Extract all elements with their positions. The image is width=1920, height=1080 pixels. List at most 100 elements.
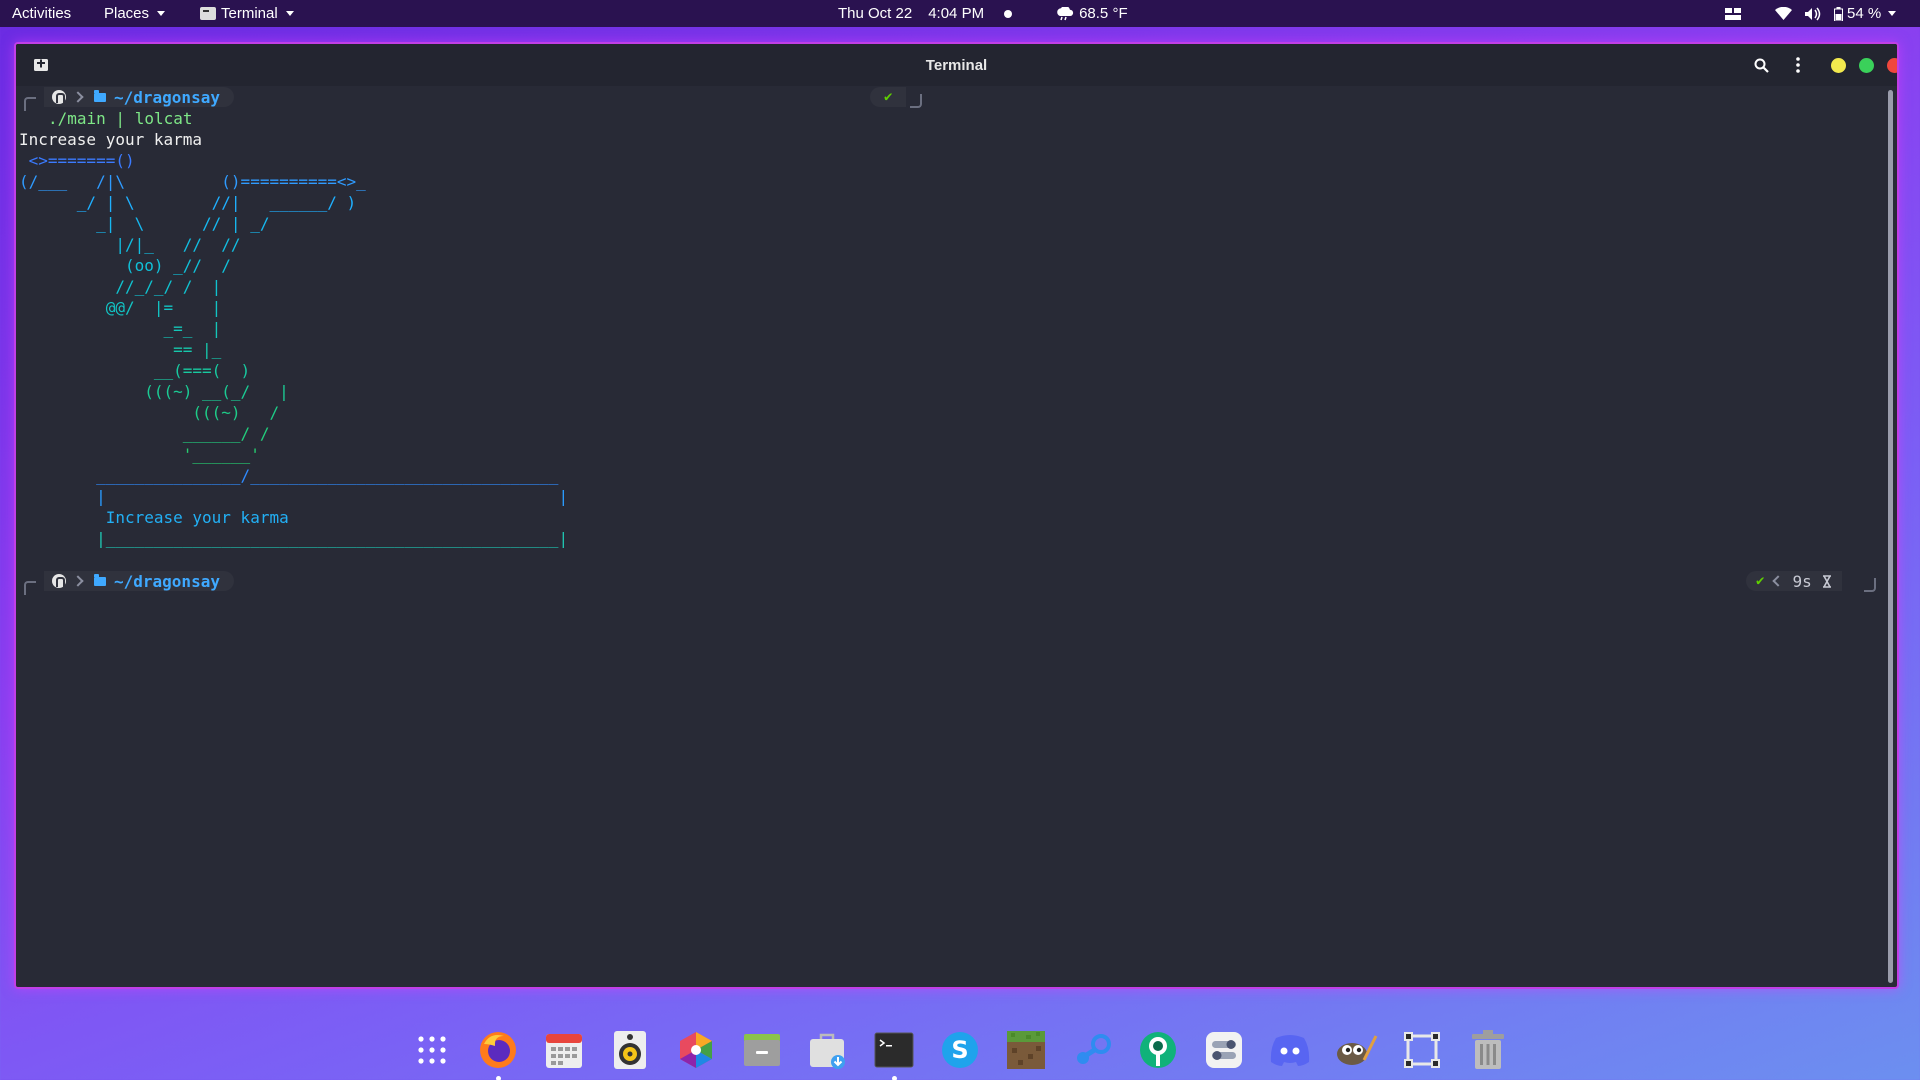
dock-minecraft[interactable]: [1004, 1028, 1048, 1072]
places-label: Places: [104, 5, 150, 22]
prompt-bracket-right: [1864, 578, 1876, 592]
dock-krita[interactable]: [1136, 1028, 1180, 1072]
dock-tweaks[interactable]: [1202, 1028, 1246, 1072]
scrollbar[interactable]: [1888, 90, 1893, 983]
minecraft-icon: [1007, 1030, 1045, 1069]
file-cabinet-icon: [744, 1033, 780, 1066]
dock-rhythmbox[interactable]: [608, 1028, 652, 1072]
volume-icon: [1805, 7, 1821, 20]
steam-icon: [1077, 1033, 1111, 1064]
prompt-path: ~/dragonsay: [114, 87, 220, 107]
ascii-art-line: |/|_ // //: [19, 235, 241, 254]
weather-temperature: 68.5 °F: [1079, 5, 1128, 22]
cloud-rain-icon: [1057, 6, 1074, 20]
prompt-segment: ~/dragonsay: [44, 87, 234, 107]
search-icon: [1754, 58, 1769, 73]
running-indicator: [892, 1075, 897, 1080]
minimize-button[interactable]: [1826, 44, 1850, 86]
clock-date: Thu Oct 22: [838, 5, 913, 22]
ascii-art-line: Increase your karma: [19, 508, 289, 527]
dock-files[interactable]: [740, 1028, 784, 1072]
command-duration: 9s: [1792, 571, 1812, 591]
chevron-down-icon: [157, 11, 166, 16]
terminal-icon: [874, 1032, 914, 1067]
terminal-content[interactable]: ~/dragonsay ✔ ./main | lolcat Increase y…: [16, 86, 1886, 987]
minimize-icon: [1830, 57, 1846, 73]
chevron-right-icon: [72, 91, 84, 103]
ascii-art-line: @@/ |= |: [19, 298, 222, 317]
menu-button[interactable]: [1786, 44, 1810, 86]
app-menu-label: Terminal: [221, 5, 278, 22]
window-title: Terminal: [925, 56, 988, 74]
dock-screenshot[interactable]: [1400, 1028, 1444, 1072]
ascii-art-line: '______': [19, 445, 260, 464]
close-button[interactable]: [1882, 44, 1897, 86]
prompt-bracket-right: [910, 94, 922, 108]
clock-time: 4:04 PM: [928, 5, 985, 22]
software-bag-icon: [810, 1033, 845, 1069]
clock[interactable]: Thu Oct 22 4:04 PM 68.5 °F: [838, 0, 1128, 27]
notification-dot-icon: [1004, 9, 1013, 18]
prompt-status: ✔: [870, 87, 907, 107]
battery-icon: [1834, 6, 1843, 21]
maximize-button[interactable]: [1854, 44, 1878, 86]
dock-show-apps[interactable]: [410, 1028, 454, 1072]
photos-icon: [680, 1031, 712, 1068]
folder-icon: [94, 573, 106, 586]
dock-firefox[interactable]: [476, 1028, 520, 1080]
dock-skype[interactable]: S: [938, 1028, 982, 1072]
ascii-art-line: |_______________________________________…: [19, 529, 569, 548]
places-menu[interactable]: Places: [104, 0, 166, 27]
prompt-status: ✔ 9s: [1746, 571, 1842, 591]
dock-trash[interactable]: [1466, 1028, 1510, 1072]
terminal-window: Terminal ~/dragonsay ✔ ./main | lolcat I…: [14, 42, 1899, 989]
app-menu[interactable]: Terminal: [200, 0, 294, 27]
discord-icon: [1270, 1034, 1310, 1066]
dock-steam[interactable]: [1070, 1028, 1114, 1072]
terminal-icon: [200, 7, 216, 20]
ascii-art-line: | |: [19, 487, 569, 506]
screenshot-icon: [1404, 1031, 1440, 1068]
wifi-icon: [1775, 6, 1792, 20]
activities-button[interactable]: Activities: [12, 0, 71, 27]
folder-icon: [94, 89, 106, 102]
dock-discord[interactable]: [1268, 1028, 1312, 1072]
new-tab-button[interactable]: [26, 44, 56, 86]
dock-terminal[interactable]: [872, 1028, 916, 1080]
ascii-art-line: (/___ /|\ ()==========<>_: [19, 172, 366, 191]
check-icon: ✔: [884, 89, 893, 105]
window-layout-icon: [1725, 7, 1741, 20]
svg-text:S: S: [951, 1036, 968, 1064]
chevron-down-icon: [1888, 11, 1897, 16]
dock: S: [410, 1019, 1510, 1080]
check-icon: ✔: [1756, 573, 1765, 589]
top-bar: Activities Places Terminal Thu Oct 22 4:…: [0, 0, 1920, 27]
chevron-left-icon: [1772, 575, 1785, 587]
dock-photos[interactable]: [674, 1028, 718, 1072]
ascii-art-line: //_/_/ / |: [19, 277, 222, 296]
prompt-segment: ~/dragonsay: [44, 571, 234, 591]
prompt-path: ~/dragonsay: [114, 571, 220, 591]
ascii-art-line: (((~) /: [19, 403, 280, 422]
os-logo-icon: [52, 90, 66, 104]
layout-indicator[interactable]: [1725, 0, 1741, 27]
ascii-art-line: (oo) _// /: [19, 256, 231, 275]
dock-software[interactable]: [806, 1028, 850, 1072]
ascii-art-line: == |_: [19, 340, 222, 359]
title-bar[interactable]: Terminal: [16, 44, 1897, 86]
battery-percentage: 54 %: [1847, 5, 1882, 22]
hourglass-icon: [1822, 574, 1831, 588]
output-text: Increase your karma: [19, 130, 203, 149]
dock-calendar[interactable]: [542, 1028, 586, 1072]
ascii-art-line: <>=======(): [19, 151, 135, 170]
dock-gimp[interactable]: [1334, 1028, 1378, 1072]
app-grid-icon: [418, 1035, 446, 1064]
running-indicator: [496, 1075, 501, 1080]
prompt-line: ~/dragonsay: [44, 570, 234, 592]
system-menu[interactable]: 54 %: [1775, 0, 1897, 27]
ascii-art-line: _______________/________________________…: [19, 466, 559, 485]
chevron-down-icon: [285, 11, 294, 16]
ascii-art-line: ______/ /: [19, 424, 270, 443]
toggles-icon: [1206, 1031, 1242, 1068]
search-button[interactable]: [1746, 44, 1776, 86]
